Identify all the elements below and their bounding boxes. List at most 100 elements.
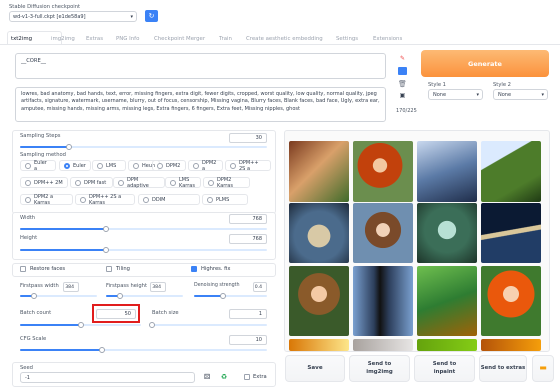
radio-lms-karras[interactable]: LMS Karras [165,177,201,189]
radio-dpmpp-2s-a[interactable]: DPM++ 2S a [225,160,271,172]
slider-handle[interactable] [98,347,105,353]
style2-label: Style 2 [493,82,511,88]
sampling-steps-input[interactable]: 30 [229,133,267,143]
tab-aesthetic[interactable]: Create aesthetic embedding [246,36,323,42]
denoising-strength-input[interactable]: 0.4 [253,282,267,292]
gallery-image[interactable] [481,141,541,202]
slider-handle[interactable] [77,322,84,328]
checkbox-box[interactable] [106,266,112,272]
checkbox-box[interactable] [191,266,197,272]
checkbox-box[interactable] [20,266,26,272]
radio-dot [208,179,214,186]
save-icon[interactable]: ▣ [398,92,407,100]
radio-dpmpp-2s-a-karras[interactable]: DPM++ 2S a Karras [75,194,135,206]
radio-plms[interactable]: PLMS [202,194,248,205]
gallery-image[interactable] [289,339,349,351]
radio-euler-a[interactable]: Euler a [20,160,56,172]
gallery-image[interactable] [353,203,413,263]
tab-txt2img-label[interactable]: txt2img [11,36,32,42]
radio-dpmpp-2m[interactable]: DPM++ 2M [20,177,68,188]
radio-dpm-fast[interactable]: DPM fast [70,177,113,188]
recycle-icon[interactable]: ♻ [219,372,229,382]
dice-icon[interactable]: ⚄ [202,372,212,382]
slider-handle[interactable] [220,293,227,299]
seed-input[interactable]: -1 [20,372,195,383]
tab-settings[interactable]: Settings [336,36,358,42]
folder-icon[interactable]: ▬ [532,355,554,382]
radio-ddim[interactable]: DDIM [138,194,200,205]
tab-checkpoint-merger[interactable]: Checkpoint Merger [154,36,205,42]
save-button[interactable]: Save [285,355,345,382]
clipboard-icon[interactable] [398,67,407,75]
tab-extensions[interactable]: Extensions [373,36,402,42]
token-counter: 170/225 [396,108,417,114]
gallery-image[interactable] [417,203,477,263]
cfg-scale-input[interactable]: 10 [229,335,267,345]
gallery-image[interactable] [481,339,541,351]
radio-dpm2-a-karras[interactable]: DPM2 a Karras [20,194,73,206]
gallery-image[interactable] [353,141,413,202]
batch-size-input[interactable]: 1 [229,309,267,319]
tab-extras[interactable]: Extras [86,36,103,42]
radio-dpm2-a[interactable]: DPM2 a [188,160,223,172]
checkpoint-select[interactable]: wd-v1-3-full.ckpt [e1de58a9] ▾ [9,11,137,22]
denoising-strength-slider[interactable] [194,293,267,299]
height-input[interactable]: 768 [229,234,267,244]
radio-lms[interactable]: LMS [92,160,126,171]
gallery-image[interactable] [353,266,413,336]
height-slider[interactable] [20,247,267,253]
batch-size-slider[interactable] [149,322,267,328]
tab-img2img[interactable]: img2img [51,36,75,42]
style1-select[interactable]: None ▾ [428,89,483,100]
negative-prompt-input[interactable]: lowres, bad anatomy, bad hands, text, er… [15,87,386,122]
radio-dpm2[interactable]: DPM2 [152,160,186,171]
trash-icon[interactable]: 🗑 [398,80,407,88]
slider-handle[interactable] [149,322,155,328]
gallery-image[interactable] [353,339,413,351]
style2-select[interactable]: None ▾ [493,89,548,100]
firstpass-width-input[interactable]: 384 [63,282,79,292]
send-to-extras-button[interactable]: Send to extras [479,355,527,382]
gallery-image[interactable] [417,339,477,351]
prompt-input[interactable]: __CORE__ [15,53,386,79]
extra-checkbox[interactable]: Extra [244,374,267,380]
slider-handle[interactable] [30,293,37,299]
checkbox-box[interactable] [244,374,250,380]
refresh-icon[interactable]: ↻ [145,10,158,22]
paint-icon[interactable]: ✎ [398,55,407,63]
width-slider[interactable] [20,226,267,232]
radio-dpm2-karras[interactable]: DPM2 Karras [203,177,250,189]
send-to-img2img-button[interactable]: Send to img2img [349,355,410,382]
gallery-image[interactable] [481,203,541,263]
gallery-image[interactable] [289,266,349,336]
gallery-image[interactable] [289,141,349,202]
gallery-image[interactable] [289,203,349,263]
generate-button[interactable]: Generate [421,50,549,77]
gallery-image[interactable] [481,266,541,336]
radio-dot [133,162,139,169]
batch-count-input[interactable]: 50 [96,309,136,319]
firstpass-height-input[interactable]: 384 [150,282,166,292]
highres-fix-checkbox[interactable]: Highres. fix [191,266,230,272]
width-input[interactable]: 768 [229,214,267,224]
restore-faces-checkbox[interactable]: Restore faces [20,266,65,272]
gallery-image[interactable] [417,266,477,336]
style1-value: None [433,92,447,98]
tab-train[interactable]: Train [219,36,232,42]
gallery-image[interactable] [417,141,477,202]
radio-dpm-adaptive[interactable]: DPM adaptive [113,177,165,189]
firstpass-width-slider[interactable] [20,293,97,299]
radio-dot [97,162,103,169]
send-to-inpaint-button[interactable]: Send to inpaint [414,355,475,382]
tab-png-info[interactable]: PNG Info [116,36,139,42]
batch-count-fill [20,324,81,326]
batch-count-slider[interactable] [20,322,141,328]
sampling-steps-slider[interactable] [20,144,267,150]
firstpass-height-slider[interactable] [106,293,183,299]
cfg-scale-slider[interactable] [20,347,267,353]
prompt-text: __CORE__ [21,58,46,64]
tiling-checkbox[interactable]: Tiling [106,266,130,272]
seed-label: Seed [20,365,33,371]
slider-handle[interactable] [116,293,123,299]
radio-euler[interactable]: Euler [59,160,91,171]
